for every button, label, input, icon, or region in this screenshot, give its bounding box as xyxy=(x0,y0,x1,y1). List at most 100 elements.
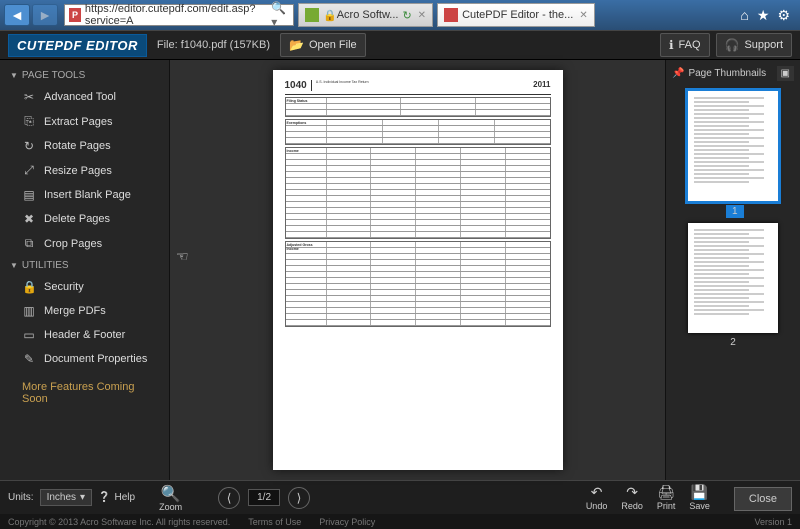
help-button[interactable]: ❔ Help xyxy=(98,492,135,503)
privacy-link[interactable]: Privacy Policy xyxy=(319,517,375,527)
back-button[interactable]: ◄ xyxy=(4,4,30,26)
chevron-down-icon: ▼ xyxy=(10,261,18,270)
print-icon: 🖨 xyxy=(657,484,675,501)
thumbnail-page-2[interactable]: 2 xyxy=(688,223,778,348)
hand-cursor-icon: ☜ xyxy=(176,248,189,265)
sidebar-item-advanced-tool[interactable]: ✂Advanced Tool xyxy=(0,85,169,109)
sidebar-item-doc-properties[interactable]: ✎ Document Properties xyxy=(0,347,169,371)
tab-cutepdf-editor[interactable]: CutePDF Editor - the... ✕ xyxy=(437,3,595,27)
home-icon[interactable]: ⌂ xyxy=(740,7,748,24)
undo-icon: ↶ xyxy=(591,484,603,501)
help-label: Help xyxy=(115,492,136,503)
sidebar-item-merge-pdfs[interactable]: ▥Merge PDFs xyxy=(0,299,169,323)
item-label: Rotate Pages xyxy=(44,140,111,152)
prev-page-button[interactable]: ⟨ xyxy=(218,487,240,509)
faq-button[interactable]: ℹ FAQ xyxy=(660,33,710,57)
save-icon: 💾 xyxy=(691,484,708,501)
bottom-toolbar: Units: Inches ▾ ❔ Help 🔍 Zoom ⟨ 1/2 ⟩ ↶U… xyxy=(0,480,800,514)
delete-icon: ✖ xyxy=(22,212,36,226)
main-area: ▼ PAGE TOOLS ✂Advanced Tool ⎘Extract Pag… xyxy=(0,60,800,480)
save-button[interactable]: 💾Save xyxy=(689,484,710,511)
redo-label: Redo xyxy=(621,501,643,511)
app-logo: CUTEPDF EDITOR xyxy=(8,34,147,57)
address-bar[interactable]: P https://editor.cutepdf.com/edit.asp?se… xyxy=(64,4,294,26)
tab-acro-software[interactable]: 🔒 Acro Softw... ↻ ✕ xyxy=(298,3,433,27)
units-label: Units: xyxy=(8,492,34,503)
section-label: UTILITIES xyxy=(22,260,69,271)
form-section: Filing Status xyxy=(285,97,551,117)
tab-favicon-icon xyxy=(444,8,458,22)
sidebar-item-crop-pages[interactable]: ⧉Crop Pages xyxy=(0,231,169,256)
favorites-icon[interactable]: ★ xyxy=(757,7,770,24)
undo-button[interactable]: ↶Undo xyxy=(586,484,608,511)
thumbnail-number: 2 xyxy=(688,337,778,348)
merge-icon: ▥ xyxy=(22,304,36,318)
insert-page-icon: ▤ xyxy=(22,188,36,202)
magnifier-icon: 🔍 xyxy=(161,484,181,504)
sidebar-item-header-footer[interactable]: ▭Header & Footer xyxy=(0,323,169,347)
item-label: Extract Pages xyxy=(44,116,112,128)
form-section: Adjusted Gross Income xyxy=(285,241,551,327)
sidebar-item-resize-pages[interactable]: ⤢Resize Pages xyxy=(0,158,169,183)
save-label: Save xyxy=(689,501,710,511)
search-icon[interactable]: 🔍▾ xyxy=(271,1,289,29)
thumbnail-page-1[interactable]: 1 xyxy=(688,91,778,219)
document-canvas[interactable]: ☜ 1040 U.S. Individual Income Tax Return… xyxy=(170,60,665,480)
undo-label: Undo xyxy=(586,501,608,511)
support-button[interactable]: 🎧 Support xyxy=(716,33,792,57)
thumbnail-number: 1 xyxy=(726,205,744,218)
form-title: U.S. Individual Income Tax Return xyxy=(316,80,529,84)
item-label: Document Properties xyxy=(44,353,147,365)
lock-icon: 🔒 xyxy=(22,280,36,294)
crop-icon: ⧉ xyxy=(22,236,36,251)
chevron-down-icon: ▼ xyxy=(10,71,18,80)
units-value: Inches xyxy=(47,492,76,503)
headset-icon: 🎧 xyxy=(725,38,740,52)
item-label: Security xyxy=(44,281,84,293)
close-button[interactable]: Close xyxy=(734,487,792,511)
page-counter[interactable]: 1/2 xyxy=(248,489,280,506)
folder-open-icon: 📂 xyxy=(289,38,304,52)
section-page-tools[interactable]: ▼ PAGE TOOLS xyxy=(0,66,169,85)
zoom-button[interactable]: 🔍 Zoom xyxy=(159,484,182,512)
coming-soon-label: More Features Coming Soon xyxy=(0,371,169,410)
sidebar-item-security[interactable]: 🔒 Security xyxy=(0,275,169,299)
terms-link[interactable]: Terms of Use xyxy=(248,517,301,527)
next-page-button[interactable]: ⟩ xyxy=(288,487,310,509)
section-utilities[interactable]: ▼ UTILITIES xyxy=(0,256,169,275)
sidebar-item-rotate-pages[interactable]: ↻Rotate Pages xyxy=(0,134,169,158)
support-label: Support xyxy=(744,39,783,51)
version-text: Version 1 xyxy=(754,517,792,527)
item-label: Resize Pages xyxy=(44,165,112,177)
scissors-icon: ✂ xyxy=(22,90,36,104)
settings-gear-icon[interactable]: ⚙ xyxy=(777,7,790,24)
forward-button[interactable]: ► xyxy=(32,4,58,26)
tab-close-icon[interactable]: ✕ xyxy=(418,10,426,21)
pdf-page-view[interactable]: 1040 U.S. Individual Income Tax Return 2… xyxy=(273,70,563,470)
open-file-button[interactable]: 📂 Open File xyxy=(280,33,366,57)
section-label: PAGE TOOLS xyxy=(22,70,85,81)
expand-icon[interactable]: ▣ xyxy=(777,66,794,81)
faq-label: FAQ xyxy=(679,39,701,51)
tab-close-icon[interactable]: ✕ xyxy=(579,10,587,21)
units-select[interactable]: Inches ▾ xyxy=(40,489,93,506)
sidebar-item-insert-blank[interactable]: ▤Insert Blank Page xyxy=(0,183,169,207)
copyright-text: Copyright © 2013 Acro Software Inc. All … xyxy=(8,517,230,527)
sidebar-item-extract-pages[interactable]: ⎘Extract Pages xyxy=(0,109,169,134)
tab-refresh-icon[interactable]: ↻ xyxy=(402,9,411,22)
sidebar-item-delete-pages[interactable]: ✖Delete Pages xyxy=(0,207,169,231)
redo-button[interactable]: ↷Redo xyxy=(621,484,643,511)
tab-favicon-icon xyxy=(305,8,319,22)
tab-label: Acro Softw... xyxy=(337,9,399,21)
print-button[interactable]: 🖨Print xyxy=(657,484,676,511)
url-text: https://editor.cutepdf.com/edit.asp?serv… xyxy=(85,3,271,27)
pin-left-icon[interactable]: 📌 xyxy=(672,68,684,79)
site-favicon-icon: P xyxy=(69,8,81,22)
chevron-down-icon: ▾ xyxy=(80,492,85,503)
tab-label: CutePDF Editor - the... xyxy=(462,9,573,21)
thumbnails-header[interactable]: 📌 Page Thumbnails ▣ xyxy=(672,66,794,87)
page-navigator: ⟨ 1/2 ⟩ xyxy=(218,487,310,509)
app-toolbar: CUTEPDF EDITOR File: f1040.pdf (157KB) 📂… xyxy=(0,30,800,60)
properties-icon: ✎ xyxy=(22,352,36,366)
form-year: 2011 xyxy=(533,80,550,89)
